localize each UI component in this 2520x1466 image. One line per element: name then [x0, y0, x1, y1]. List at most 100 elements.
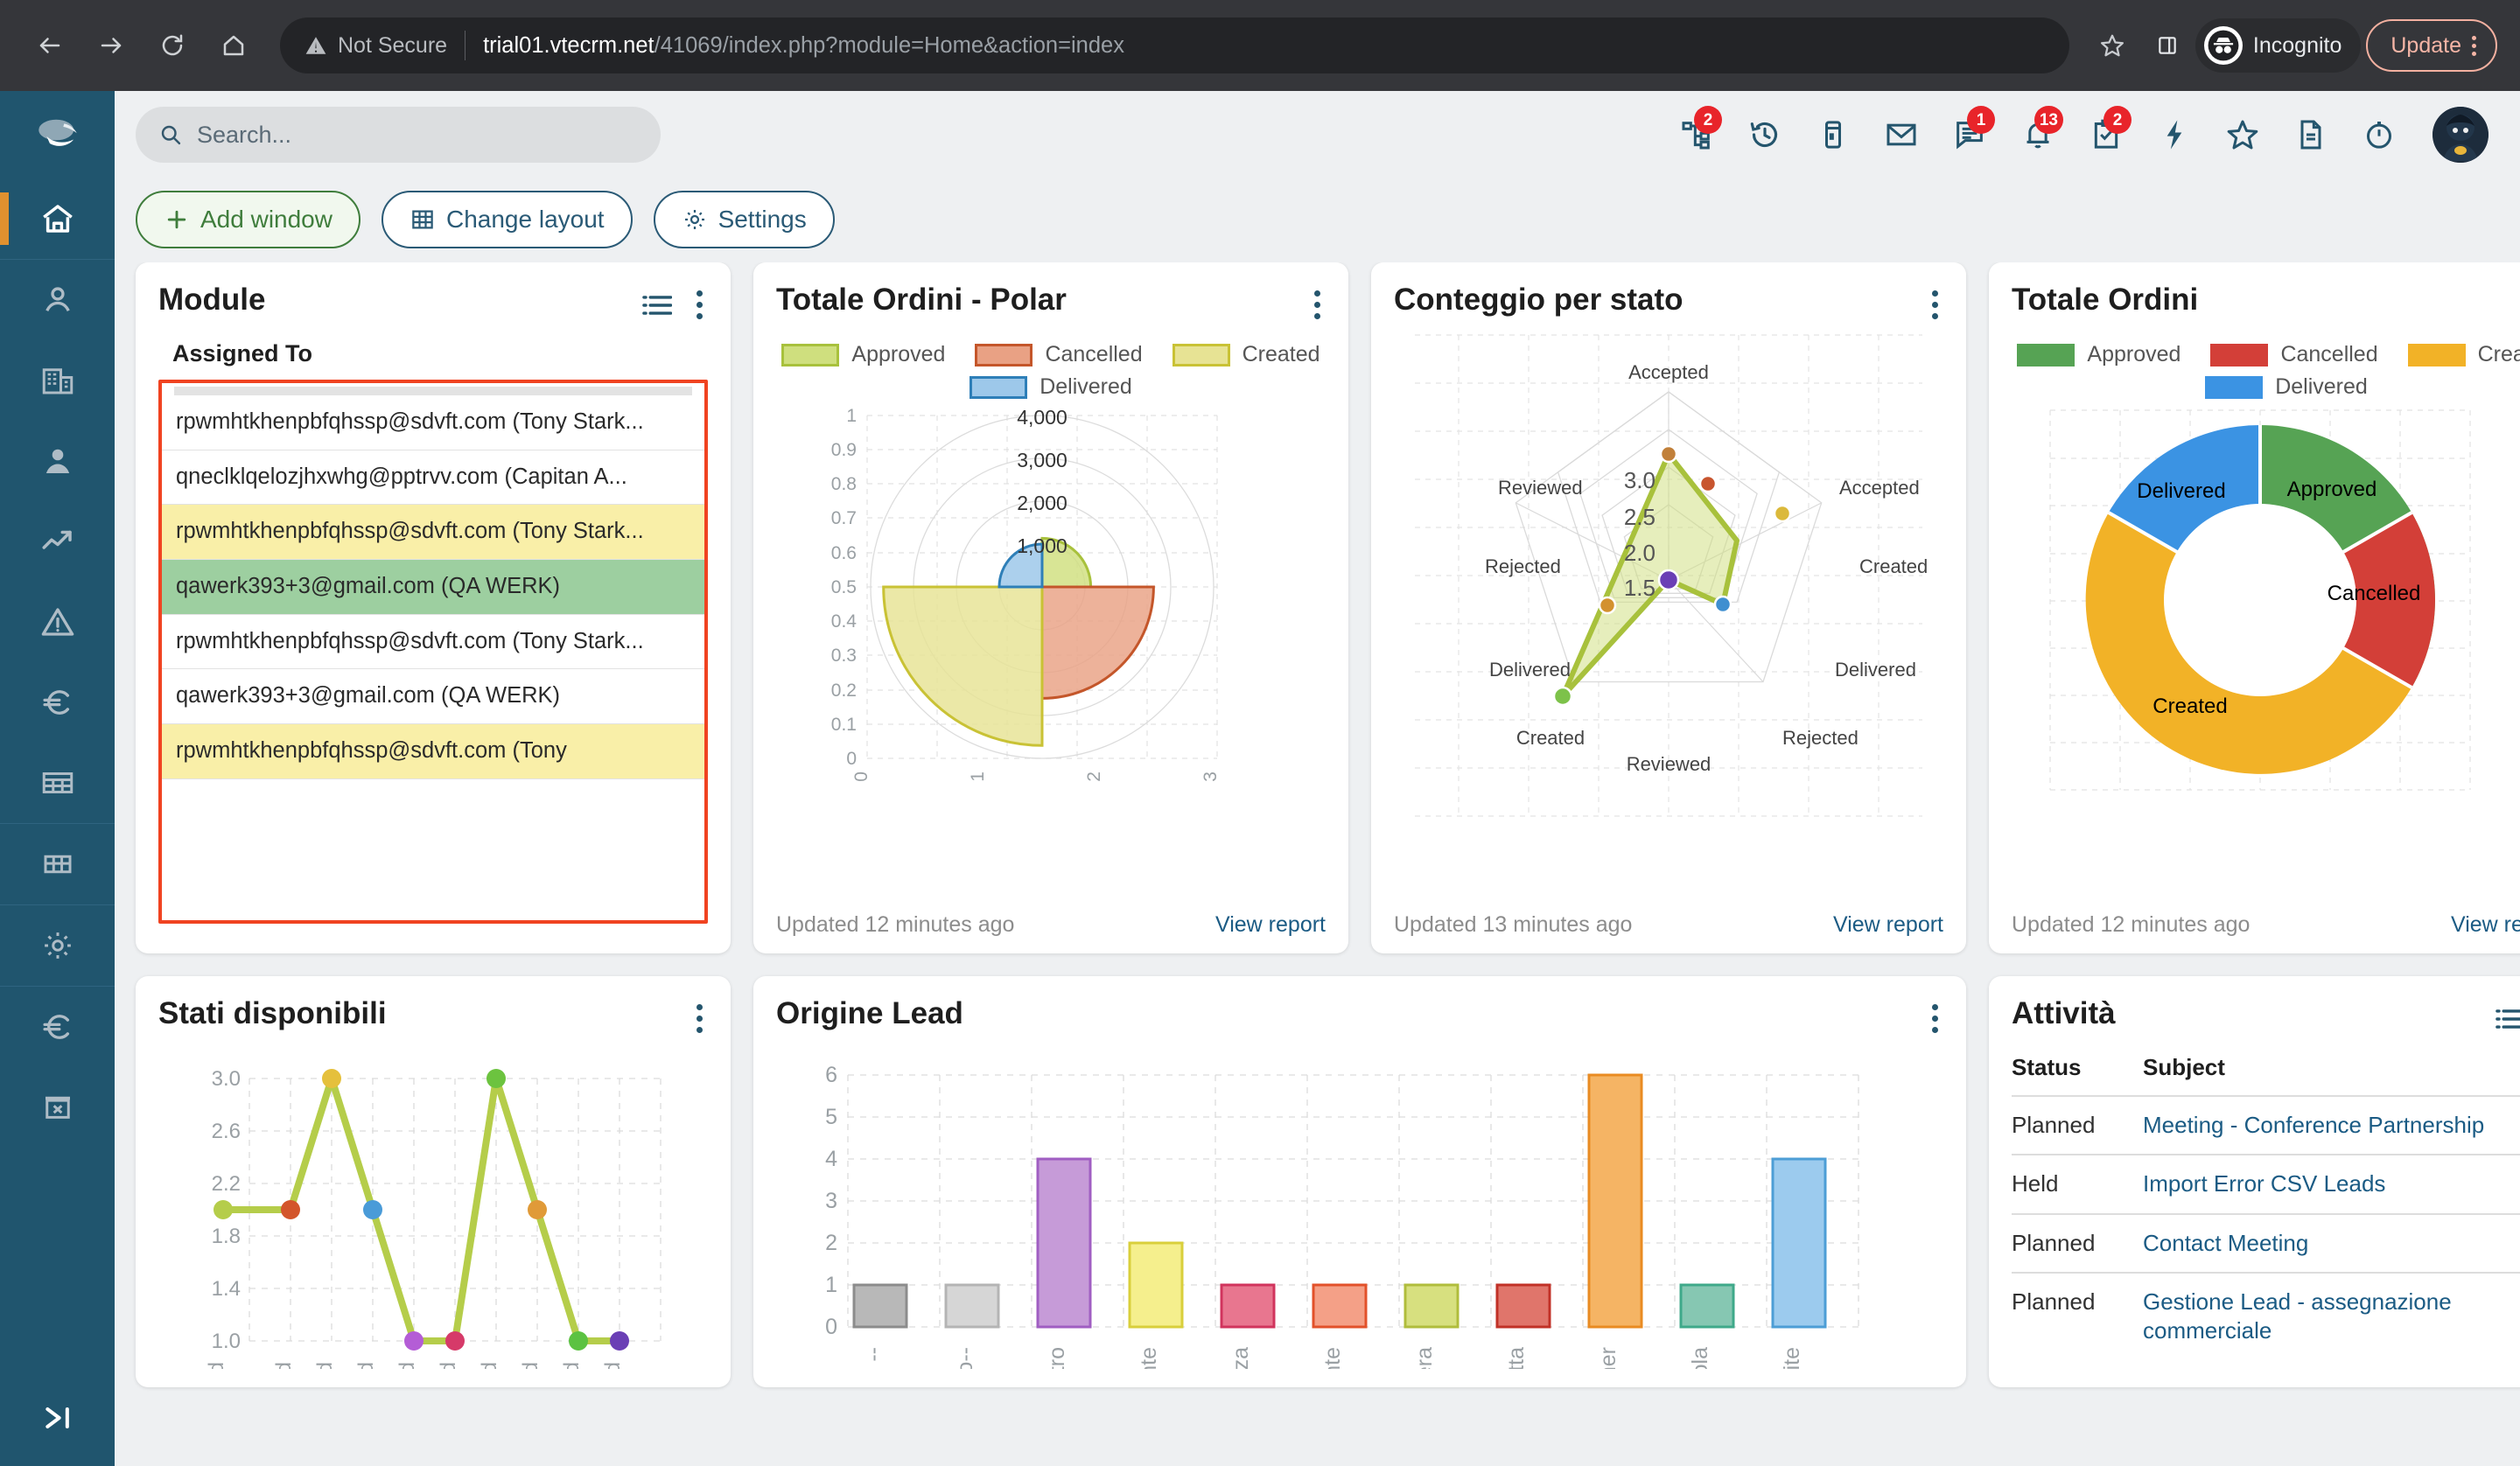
legend-item-created[interactable]: Created: [1172, 342, 1320, 367]
line-chart[interactable]: 3.0 2.6 2.2 1.8 1.4 1.0: [171, 1045, 696, 1369]
legend-item-approved[interactable]: Approved: [781, 342, 945, 367]
table-row[interactable]: Planned Gestione Lead - assegnazione com…: [2012, 1271, 2520, 1360]
list-item[interactable]: rpwmhtkhenpbfqhssp@sdvft.com (Tony: [162, 723, 704, 779]
back-button[interactable]: [23, 18, 77, 73]
bar: [1128, 1241, 1184, 1329]
legend-item-delivered[interactable]: Delivered: [2205, 374, 2368, 400]
document-icon[interactable]: [2277, 101, 2345, 169]
bar-chart[interactable]: 6 5 4 3 2 1 0 --: [795, 1045, 1924, 1369]
legend-item-cancelled[interactable]: Cancelled: [2210, 342, 2378, 367]
widget-header: Origine Lead: [776, 996, 1943, 1035]
sidebar-item-home[interactable]: [0, 178, 115, 259]
comments-badge: 1: [1967, 106, 1995, 134]
legend-label: Approved: [851, 342, 946, 366]
sidebar-item-issues[interactable]: [0, 582, 115, 662]
org-chart-icon[interactable]: 2: [1662, 101, 1731, 169]
list-view-icon[interactable]: [2496, 1008, 2520, 1030]
widget-menu-icon[interactable]: [1927, 289, 1943, 321]
mail-icon[interactable]: [1867, 101, 1936, 169]
radar-tick: 3.0: [1624, 467, 1656, 493]
sidebar-item-quotes[interactable]: [0, 662, 115, 743]
legend-item-cancelled[interactable]: Cancelled: [975, 342, 1143, 367]
add-window-button[interactable]: Add window: [136, 191, 360, 248]
activity-link[interactable]: Contact Meeting: [2143, 1230, 2308, 1256]
widget-header: Conteggio per stato: [1394, 283, 1943, 321]
view-report-link[interactable]: View report: [2451, 912, 2520, 938]
list-view-icon[interactable]: [642, 294, 672, 317]
table-row[interactable]: Planned Meeting - Conference Partnership: [2012, 1094, 2520, 1155]
not-secure-label: Not Secure: [338, 32, 448, 58]
timer-icon[interactable]: [2345, 101, 2413, 169]
reload-button[interactable]: [145, 18, 200, 73]
doughnut-chart[interactable]: Approved Cancelled Created Delivered: [2024, 403, 2520, 814]
x-tick: --Nessuno--: [953, 1347, 977, 1369]
view-report-link[interactable]: View report: [1215, 912, 1326, 938]
sidebar-item-recycle-bin[interactable]: [0, 1067, 115, 1148]
view-report-link[interactable]: View report: [1833, 912, 1943, 938]
radar-tick: 2.5: [1624, 504, 1656, 530]
global-search[interactable]: [136, 107, 661, 163]
sidebar-item-contacts[interactable]: [0, 421, 115, 501]
address-bar[interactable]: Not Secure trial01.vtecrm.net/41069/inde…: [280, 17, 2069, 73]
widget-menu-icon[interactable]: [691, 289, 708, 321]
star-icon[interactable]: [2208, 101, 2277, 169]
column-header-subject[interactable]: Subject: [2143, 1054, 2520, 1096]
search-input[interactable]: [197, 121, 638, 149]
list-item[interactable]: rpwmhtkhenpbfqhssp@sdvft.com (Tony Stark…: [162, 505, 704, 560]
sidebar-item-organizations[interactable]: [0, 340, 115, 421]
list-item[interactable]: rpwmhtkhenpbfqhssp@sdvft.com (Tony Stark…: [162, 615, 704, 670]
radar-axis-label: Reviewed: [1627, 753, 1712, 775]
sidebar-item-settings[interactable]: [0, 905, 115, 986]
history-clock-icon[interactable]: [1731, 101, 1799, 169]
legend-swatch: [970, 375, 1028, 399]
widget-menu-icon[interactable]: [1309, 289, 1326, 321]
widget-actions: [691, 997, 708, 1035]
sidebar-item-invoices[interactable]: [0, 743, 115, 823]
lightning-icon[interactable]: [2140, 101, 2208, 169]
settings-button[interactable]: Settings: [653, 191, 835, 248]
user-avatar[interactable]: [2432, 107, 2488, 163]
list-item[interactable]: qawerk393+3@gmail.com (QA WERK): [162, 559, 704, 615]
phone-icon[interactable]: [1799, 101, 1867, 169]
y-tick: 0.8: [831, 474, 857, 494]
three-dot-menu-icon[interactable]: [2465, 35, 2483, 56]
comments-icon[interactable]: 1: [1936, 101, 2004, 169]
chart-legend: Approved Cancelled Created Delivered: [776, 342, 1326, 400]
table-row[interactable]: Planned Contact Meeting: [2012, 1212, 2520, 1273]
widget-menu-icon[interactable]: [1927, 1002, 1943, 1035]
activity-link[interactable]: Meeting - Conference Partnership: [2143, 1112, 2484, 1138]
list-item[interactable]: qneclklqelozjhxwhg@pptrvv.com (Capitan A…: [162, 450, 704, 506]
module-list[interactable]: rpwmhtkhenpbfqhssp@sdvft.com (Tony Stark…: [158, 380, 708, 924]
home-button[interactable]: [206, 18, 261, 73]
activity-link[interactable]: Import Error CSV Leads: [2143, 1170, 2385, 1197]
widget-menu-icon[interactable]: [691, 1002, 708, 1035]
incognito-indicator[interactable]: Incognito: [2194, 18, 2362, 73]
table-row[interactable]: Held Import Error CSV Leads: [2012, 1154, 2520, 1214]
legend-item-delivered[interactable]: Delivered: [970, 374, 1132, 400]
sidebar-collapse-button[interactable]: [0, 1370, 115, 1466]
bookmark-star-icon[interactable]: [2085, 18, 2139, 73]
polar-area-chart[interactable]: 4,000 3,000 2,000 1,000 1 0.9 0.8 0.7 0.…: [788, 400, 1313, 811]
sidebar-item-opportunities[interactable]: [0, 501, 115, 582]
y-tick: 0.2: [831, 681, 857, 701]
legend-swatch: [2017, 343, 2076, 366]
legend-item-approved[interactable]: Approved: [2017, 342, 2180, 367]
radar-chart[interactable]: Accepted Accepted Created Delivered Reje…: [1397, 326, 1940, 851]
forward-button[interactable]: [84, 18, 138, 73]
list-item[interactable]: qawerk393+3@gmail.com (QA WERK): [162, 669, 704, 724]
legend-item-created[interactable]: Created: [2407, 342, 2520, 367]
sidebar-item-leads[interactable]: [0, 260, 115, 340]
side-panel-icon[interactable]: [2145, 18, 2190, 73]
cell-status: Planned: [2012, 1094, 2143, 1155]
clipboard-check-icon[interactable]: 2: [2072, 101, 2140, 169]
column-header-status[interactable]: Status: [2012, 1054, 2143, 1096]
change-layout-button[interactable]: Change layout: [381, 191, 633, 248]
activity-link[interactable]: Gestione Lead - assegnazione commerciale: [2143, 1288, 2452, 1344]
sidebar-item-price-books[interactable]: [0, 987, 115, 1067]
sidebar-item-projects[interactable]: [0, 824, 115, 904]
bell-icon[interactable]: 13: [2004, 101, 2072, 169]
vtecrm-logo[interactable]: [0, 91, 115, 178]
list-item[interactable]: rpwmhtkhenpbfqhssp@sdvft.com (Tony Stark…: [162, 395, 704, 450]
update-button[interactable]: Update: [2366, 19, 2497, 72]
add-window-label: Add window: [200, 206, 332, 233]
